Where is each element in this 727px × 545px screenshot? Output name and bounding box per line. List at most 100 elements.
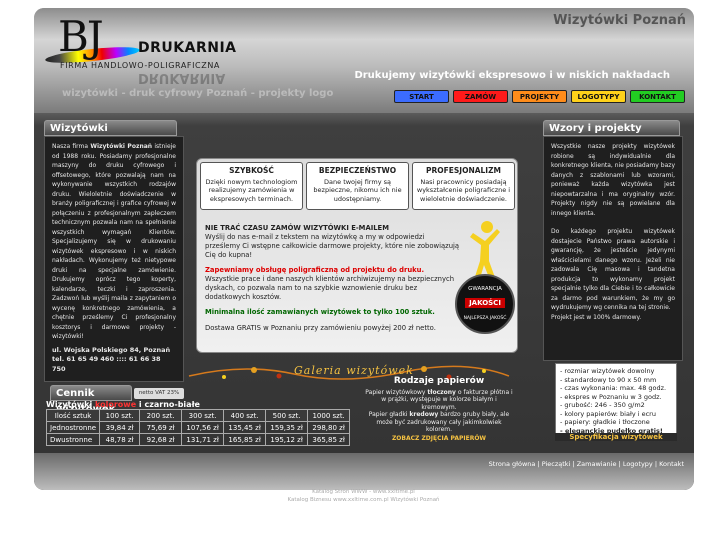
- right-text-2: Do każdego projektu wizytówek dostajecie…: [551, 228, 675, 311]
- paper-text-bold: tłoczony: [427, 388, 456, 396]
- slogan: Drukujemy wizytówki ekspresowo i w niski…: [354, 70, 670, 81]
- paper-text: Papier gładki: [368, 411, 408, 418]
- footer-link-contact[interactable]: Kontakt: [659, 460, 684, 468]
- nav-start-button[interactable]: START: [394, 90, 449, 103]
- delivery-info: Dostawa GRATIS w Poznaniu przy zamówieni…: [205, 324, 436, 332]
- quality-badge: GWARANCJA JAKOŚCI NAJLEPSZA JAKOŚĆ: [455, 274, 515, 334]
- paper-photos-link[interactable]: ZOBACZ ZDJĘCIA PAPIERÓW: [364, 435, 514, 443]
- email-order-title: NIE TRAĆ CZASU ZAMÓW WIZYTÓWKI E-MAILEM: [205, 224, 389, 232]
- table-cell: 298,80 zł: [307, 421, 351, 434]
- main-nav: START ZAMÓW PROJEKTY LOGOTYPY KONTAKT: [394, 90, 685, 105]
- paper-types-text-2: Papier gładki kredowy bardzo gruby biały…: [364, 411, 514, 434]
- table-header: 100 szt.: [99, 409, 141, 422]
- copyright: Katalog Stron WWW - www.xxltime.pl Katal…: [0, 488, 727, 504]
- footer-links: Strona główna | Pieczątki | Zamawianie |…: [488, 460, 684, 468]
- paper-types-title: Rodzaje papierów: [393, 376, 485, 386]
- table-cell: 135,45 zł: [223, 421, 267, 434]
- spec-item: - kolory papierów: biały i ecru: [560, 409, 656, 418]
- table-cell: 48,78 zł: [99, 433, 141, 446]
- price-table: Ilość sztuk 100 szt. 200 szt. 300 szt. 4…: [45, 409, 351, 446]
- table-header-row: Ilość sztuk 100 szt. 200 szt. 300 szt. 4…: [45, 409, 351, 422]
- intro-pre: Nasza firma: [52, 143, 89, 150]
- feature-text: Dzięki nowym technologiom realizujemy za…: [205, 177, 298, 203]
- table-header: 400 szt.: [223, 409, 267, 422]
- table-cell: 131,71 zł: [181, 433, 225, 446]
- page: Wizytówki Poznań BJ DRUKARNIA FIRMA HAND…: [0, 0, 727, 545]
- logo-mark: BJ: [58, 12, 104, 61]
- spec-item: - rozmiar wizytówek dowolny: [560, 367, 655, 375]
- feature-security: BEZPIECZEŃSTWO Dane twojej firmy są bezp…: [306, 162, 409, 210]
- paper-types-text-1: Papier wizytówkowy tłoczony o fakturze p…: [364, 389, 514, 412]
- table-cell: 195,12 zł: [265, 433, 309, 446]
- feature-text: Dane twojej firmy są bezpieczne, nikomu …: [313, 177, 402, 203]
- center-panel: SZYBKOŚĆ Dzięki nowym technologiom reali…: [196, 158, 518, 353]
- specs-footer-link[interactable]: Specyfikacja wizytówek: [555, 433, 677, 441]
- header: Wizytówki Poznań BJ DRUKARNIA FIRMA HAND…: [34, 8, 694, 113]
- nav-projekty-button[interactable]: PROJEKTY: [512, 90, 567, 103]
- feature-text: Nasi pracownicy posiadają wykształcenie …: [416, 177, 511, 203]
- feature-title: BEZPIECZEŃSTWO: [318, 166, 397, 175]
- logo-brand: DRUKARNIA: [138, 40, 237, 56]
- footer-link-logos[interactable]: Logotypy: [623, 460, 653, 468]
- spec-item: - czas wykonania: max. 48 godz.: [560, 384, 667, 392]
- right-panel-body: Wszystkie nasze projekty wizytówek robio…: [543, 136, 683, 361]
- price-caption-color: kolorowe: [95, 400, 137, 409]
- address: ul. Wojska Polskiego 84, Poznań: [52, 345, 171, 354]
- badge-bottom: NAJLEPSZA JAKOŚĆ: [463, 316, 507, 321]
- logo-subtitle: FIRMA HANDLOWO-POLIGRAFICZNA: [60, 61, 220, 70]
- specs-box: - rozmiar wizytówek dowolny - standardow…: [555, 363, 677, 438]
- nav-logotypy-button[interactable]: LOGOTYPY: [571, 90, 626, 103]
- table-cell: 165,85 zł: [223, 433, 267, 446]
- left-panel-body: Nasza firma Wizytówki Poznań istnieje od…: [44, 136, 184, 382]
- table-cell: 365,85 zł: [307, 433, 351, 446]
- table-cell: Dwustronne: [45, 433, 101, 446]
- tagline: wizytówki - druk cyfrowy Poznań - projek…: [62, 88, 334, 99]
- table-header: Ilość sztuk: [45, 409, 101, 422]
- table-cell: 75,69 zł: [139, 421, 183, 434]
- table-header: 200 szt.: [139, 409, 183, 422]
- badge-top: GWARANCJA: [468, 286, 502, 292]
- paper-types: Rodzaje papierów Papier wizytówkowy tłoc…: [364, 376, 514, 443]
- phone: tel. 61 65 49 460 :::: 61 66 38 750: [52, 355, 161, 373]
- footer-link-stamps[interactable]: Pieczątki: [542, 460, 571, 468]
- table-cell: 39,84 zł: [99, 421, 141, 434]
- price-caption-b: i czarno-białe: [138, 400, 200, 409]
- spec-item: - ekspres w Poznaniu w 3 godz.: [560, 392, 662, 401]
- footer-bar: [34, 453, 694, 490]
- table-header: 300 szt.: [181, 409, 225, 422]
- table-cell: 159,35 zł: [265, 421, 309, 434]
- paper-text: Papier wizytówkowy: [365, 388, 426, 396]
- right-panel-title: Wzory i projekty wizytówek: [543, 120, 680, 150]
- table-cell: 107,56 zł: [181, 421, 225, 434]
- site-frame: Wizytówki Poznań BJ DRUKARNIA FIRMA HAND…: [34, 8, 694, 490]
- footer-link-ordering[interactable]: Zamawianie: [577, 460, 617, 468]
- spec-item: - standardowy to 90 x 50 mm: [560, 375, 657, 384]
- nav-kontakt-button[interactable]: KONTAKT: [630, 90, 685, 103]
- nav-zamow-button[interactable]: ZAMÓW: [453, 90, 508, 103]
- table-header: 500 szt.: [265, 409, 309, 422]
- table-cell: Jednostronne: [45, 421, 101, 434]
- price-caption: Wizytówki kolorowe i czarno-białe: [46, 400, 200, 409]
- service-title: Zapewniamy obsługę poligraficzną od proj…: [205, 266, 425, 274]
- spec-item: - grubość: 246 - 350 g/m2: [560, 401, 645, 409]
- intro-extra: Zadzwoń lub wyślij maila z zapytaniem o …: [52, 295, 176, 340]
- copyright-line-1[interactable]: Katalog Stron WWW - www.xxltime.pl: [0, 488, 727, 496]
- right-text-1: Wszystkie nasze projekty wizytówek robio…: [551, 143, 675, 217]
- feature-title: SZYBKOŚĆ: [229, 166, 274, 175]
- feature-speed: SZYBKOŚĆ Dzięki nowym technologiom reali…: [200, 162, 303, 210]
- table-header: 1000 szt.: [307, 409, 351, 422]
- vat-toggle-button[interactable]: netto VAT 23%: [134, 388, 184, 399]
- site-title: Wizytówki Poznań: [553, 13, 686, 28]
- footer-link-home[interactable]: Strona główna: [489, 460, 536, 468]
- table-cell: 92,68 zł: [139, 433, 183, 446]
- feature-professionalism: PROFESJONALIZM Nasi pracownicy posiadają…: [412, 162, 515, 210]
- table-row: Jednostronne 39,84 zł 75,69 zł 107,56 zł…: [45, 421, 351, 434]
- spec-item: - papiery: gładkie i tłoczone: [560, 418, 650, 426]
- price-caption-a: Wizytówki: [46, 400, 93, 409]
- right-text-3: Projekt jest w 100% darmowy.: [551, 313, 642, 321]
- logo[interactable]: BJ DRUKARNIA FIRMA HANDLOWO-POLIGRAFICZN…: [40, 12, 260, 94]
- paper-text-bold: kredowy: [409, 411, 439, 418]
- copyright-line-2[interactable]: Katalog Biznesu www.xxltime.com.pl Wizyt…: [0, 496, 727, 504]
- logo-reflection: DRUKARNIA: [138, 70, 226, 85]
- content-area: Wizytówki Nasza firma Wizytówki Poznań i…: [34, 118, 694, 453]
